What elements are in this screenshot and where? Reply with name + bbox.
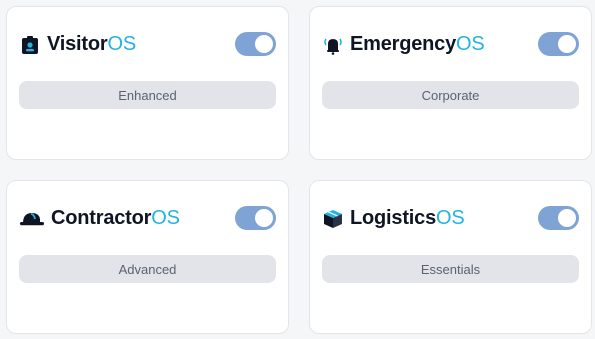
product-enabled-toggle[interactable] xyxy=(235,206,276,230)
visitor-badge-icon xyxy=(19,34,41,56)
toggle-knob xyxy=(558,35,576,53)
product-title-row: VisitorOS xyxy=(19,33,136,56)
product-card-contractor: ContractorOS Advanced xyxy=(6,180,289,334)
product-card-emergency: EmergencyOS Corporate xyxy=(309,6,592,160)
tier-badge: Essentials xyxy=(322,255,579,283)
product-card-logistics: LogisticsOS Essentials xyxy=(309,180,592,334)
product-enabled-toggle[interactable] xyxy=(538,206,579,230)
toggle-knob xyxy=(255,209,273,227)
product-name: LogisticsOS xyxy=(350,207,465,229)
toggle-knob xyxy=(558,209,576,227)
product-name: EmergencyOS xyxy=(350,33,485,55)
alarm-bell-icon xyxy=(322,34,344,56)
tier-badge: Corporate xyxy=(322,81,579,109)
product-enabled-toggle[interactable] xyxy=(538,32,579,56)
toggle-knob xyxy=(255,35,273,53)
product-title-row: ContractorOS xyxy=(19,207,180,230)
product-enabled-toggle[interactable] xyxy=(235,32,276,56)
product-name: VisitorOS xyxy=(47,33,136,55)
tier-badge: Advanced xyxy=(19,255,276,283)
product-name: ContractorOS xyxy=(51,207,180,229)
package-box-icon xyxy=(322,208,344,230)
product-card-visitor: VisitorOS Enhanced xyxy=(6,6,289,160)
hard-hat-icon xyxy=(19,208,45,230)
tier-badge: Enhanced xyxy=(19,81,276,109)
product-title-row: LogisticsOS xyxy=(322,207,465,230)
product-title-row: EmergencyOS xyxy=(322,33,485,56)
